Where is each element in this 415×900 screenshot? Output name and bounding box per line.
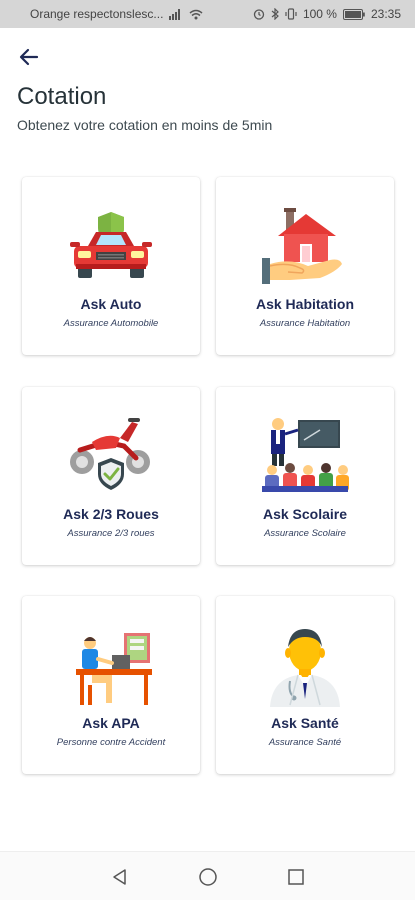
card-ask-habitation[interactable]: Ask Habitation Assurance Habitation — [216, 177, 394, 355]
card-title: Ask 2/3 Roues — [63, 506, 159, 522]
circle-home-icon — [199, 868, 217, 886]
screen: Orange respectonslesc... 100 % 23:35 Cot… — [0, 0, 415, 900]
card-subtitle: Assurance Automobile — [63, 318, 159, 329]
page-subtitle: Obtenez votre cotation en moins de 5min — [17, 117, 273, 133]
person-desk-icon — [22, 622, 200, 712]
card-title: Ask Auto — [80, 296, 142, 312]
battery-percent: 100 % — [302, 7, 337, 21]
system-nav-bar — [0, 851, 415, 900]
back-button[interactable] — [14, 42, 44, 72]
card-subtitle: Assurance Santé — [268, 737, 342, 748]
signal-icon — [169, 8, 183, 20]
card-subtitle: Assurance Habitation — [259, 318, 351, 329]
card-ask-apa[interactable]: Ask APA Personne contre Accident — [22, 596, 200, 774]
status-bar: Orange respectonslesc... 100 % 23:35 — [0, 0, 415, 28]
battery-icon — [342, 8, 365, 20]
alarm-icon — [253, 8, 265, 20]
motorbike-shield-icon — [22, 413, 200, 503]
nav-recents-button[interactable] — [283, 864, 309, 890]
nav-back-button[interactable] — [107, 864, 133, 890]
wifi-icon — [189, 9, 203, 20]
carrier-label: Orange respectonslesc... — [30, 7, 164, 21]
classroom-icon — [216, 413, 394, 503]
card-ask-2-3-roues[interactable]: Ask 2/3 Roues Assurance 2/3 roues — [22, 387, 200, 565]
card-title: Ask Scolaire — [262, 506, 348, 522]
vibrate-icon — [285, 8, 297, 20]
page-title: Cotation — [17, 83, 107, 110]
card-ask-auto[interactable]: Ask Auto Assurance Automobile — [22, 177, 200, 355]
bluetooth-icon — [271, 8, 279, 20]
card-subtitle: Personne contre Accident — [56, 737, 166, 748]
nav-home-button[interactable] — [195, 864, 221, 890]
car-shield-icon — [22, 203, 200, 293]
triangle-back-icon — [113, 869, 126, 885]
doctor-icon — [216, 622, 394, 712]
square-recents-icon — [288, 869, 304, 885]
card-ask-scolaire[interactable]: Ask Scolaire Assurance Scolaire — [216, 387, 394, 565]
card-subtitle: Assurance 2/3 roues — [67, 528, 155, 539]
card-title: Ask Habitation — [255, 296, 354, 312]
card-subtitle: Assurance Scolaire — [264, 528, 346, 539]
card-ask-sante[interactable]: Ask Santé Assurance Santé — [216, 596, 394, 774]
arrow-left-icon — [19, 48, 39, 66]
card-title: Ask Santé — [271, 715, 339, 731]
clock: 23:35 — [370, 7, 401, 21]
house-hand-icon — [216, 203, 394, 293]
card-title: Ask APA — [82, 715, 140, 731]
